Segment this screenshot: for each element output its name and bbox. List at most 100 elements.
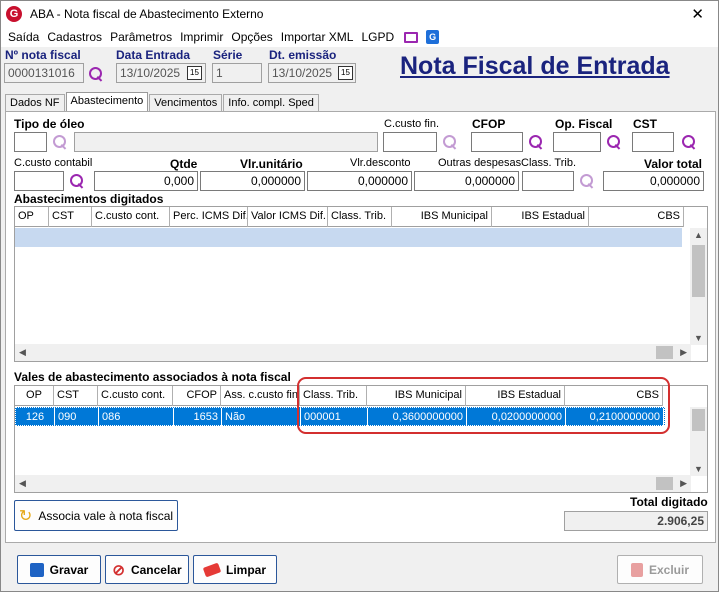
valor-total-field[interactable]: 0,000000	[603, 171, 704, 191]
cst-label: CST	[633, 117, 657, 131]
highlight-annotation	[297, 377, 670, 434]
col-class-trib[interactable]: Class. Trib.	[328, 207, 392, 227]
search-class-trib-icon[interactable]	[580, 174, 594, 188]
tab-abastecimento[interactable]: Abastecimento	[65, 92, 149, 113]
vlr-unitario-field[interactable]: 0,000000	[200, 171, 305, 191]
col-op[interactable]: OP	[15, 207, 49, 227]
vertical-scrollbar[interactable]: ▼	[690, 407, 707, 476]
monitor-icon[interactable]	[404, 31, 419, 43]
horizontal-scrollbar[interactable]: ◀ ▶	[15, 344, 691, 361]
col-cst[interactable]: CST	[54, 386, 98, 406]
search-ccusto-contabil-icon[interactable]	[70, 174, 84, 188]
nota-fiscal-field[interactable]: 0000131016	[4, 63, 84, 83]
search-cst-icon[interactable]	[682, 135, 696, 149]
ccusto-contabil-label: C.custo contabil	[14, 157, 93, 169]
col-op[interactable]: OP	[15, 386, 54, 406]
limpar-button[interactable]: Limpar	[193, 555, 277, 584]
vertical-scrollbar[interactable]: ▲ ▼	[690, 228, 707, 345]
menu-opcoes[interactable]: Opções	[231, 30, 272, 44]
data-entrada-label: Data Entrada	[116, 48, 191, 62]
menu-importar-xml[interactable]: Importar XML	[281, 30, 354, 44]
col-cbs[interactable]: CBS	[589, 207, 684, 227]
total-digitado-field: 2.906,25	[564, 511, 708, 531]
op-fiscal-field[interactable]	[553, 132, 601, 152]
abastecimentos-title: Abastecimentos digitados	[14, 192, 164, 206]
menu-saida[interactable]: Saída	[8, 30, 39, 44]
gravar-button[interactable]: Gravar	[17, 555, 101, 584]
horizontal-scrollbar[interactable]: ◀ ▶	[15, 475, 691, 492]
col-ass-ccusto-fin[interactable]: Ass. c.custo fin.	[221, 386, 300, 406]
search-tipo-oleo-icon[interactable]	[53, 135, 67, 149]
excluir-button[interactable]: Excluir	[617, 555, 703, 584]
trash-icon	[630, 562, 643, 577]
menu-imprimir[interactable]: Imprimir	[180, 30, 223, 44]
eraser-icon	[202, 562, 222, 577]
gravar-label: Gravar	[49, 562, 89, 577]
qtde-field[interactable]: 0,000	[94, 171, 198, 191]
calendar-icon[interactable]: 15	[187, 66, 202, 80]
menu-cadastros[interactable]: Cadastros	[47, 30, 102, 44]
cell-cst: 090	[55, 408, 99, 427]
app-logo-icon: G	[6, 6, 22, 22]
search-ccusto-fin-icon[interactable]	[443, 135, 457, 149]
qtde-label: Qtde	[170, 157, 198, 171]
cfop-label: CFOP	[472, 117, 506, 131]
ccusto-fin-field[interactable]	[383, 132, 437, 152]
cancel-icon: ⊘	[112, 561, 125, 579]
menu-bar: Saída Cadastros Parâmetros Imprimir Opçõ…	[1, 27, 718, 47]
search-nota-icon[interactable]	[89, 67, 103, 81]
serie-field[interactable]: 1	[212, 63, 262, 83]
cell-ccusto-cont: 086	[99, 408, 174, 427]
ccusto-contabil-field[interactable]	[14, 171, 64, 191]
main-window: G ABA - Nota fiscal de Abastecimento Ext…	[0, 0, 719, 592]
search-op-fiscal-icon[interactable]	[607, 135, 621, 149]
app-shortcut-icon[interactable]: G	[426, 30, 440, 44]
cell-cfop: 1653	[174, 408, 222, 427]
save-icon	[29, 562, 44, 577]
col-cfop[interactable]: CFOP	[173, 386, 221, 406]
search-cfop-icon[interactable]	[529, 135, 543, 149]
outras-despesas-field[interactable]: 0,000000	[414, 171, 519, 191]
vales-title: Vales de abastecimento associados à nota…	[14, 370, 291, 384]
outras-despesas-label: Outras despesas	[438, 157, 522, 169]
menu-parametros[interactable]: Parâmetros	[110, 30, 172, 44]
tipo-oleo-code-field[interactable]	[14, 132, 47, 152]
abastecimentos-header: OP CST C.custo cont. Perc. ICMS Dif. Val…	[15, 207, 684, 227]
col-ccusto-cont[interactable]: C.custo cont.	[98, 386, 173, 406]
col-perc-icms-dif[interactable]: Perc. ICMS Dif.	[170, 207, 248, 227]
ccusto-fin-label: C.custo fin.	[384, 118, 440, 130]
class-trib-field[interactable]	[522, 171, 574, 191]
col-valor-icms-dif[interactable]: Valor ICMS Dif.	[248, 207, 328, 227]
col-ibs-municipal[interactable]: IBS Municipal	[392, 207, 492, 227]
vlr-unitario-label: Vlr.unitário	[240, 157, 303, 171]
cfop-field[interactable]	[471, 132, 523, 152]
cst-field[interactable]	[632, 132, 674, 152]
col-ibs-estadual[interactable]: IBS Estadual	[492, 207, 589, 227]
dt-emissao-label: Dt. emissão	[269, 48, 337, 62]
associa-vale-button[interactable]: ↻ Associa vale à nota fiscal	[14, 500, 178, 531]
cancelar-button[interactable]: ⊘ Cancelar	[105, 555, 189, 584]
tipo-oleo-label: Tipo de óleo	[14, 117, 85, 131]
col-cst[interactable]: CST	[49, 207, 92, 227]
refresh-icon: ↻	[18, 507, 33, 525]
menu-lgpd[interactable]: LGPD	[361, 30, 394, 44]
abastecimentos-grid[interactable]: OP CST C.custo cont. Perc. ICMS Dif. Val…	[14, 206, 708, 362]
page-title: Nota Fiscal de Entrada	[400, 52, 670, 80]
op-fiscal-label: Op. Fiscal	[555, 117, 613, 131]
close-icon[interactable]: ✕	[691, 5, 704, 23]
class-trib-label: Class. Trib.	[521, 157, 577, 169]
window-title: ABA - Nota fiscal de Abastecimento Exter…	[30, 7, 264, 21]
vlr-desconto-field[interactable]: 0,000000	[307, 171, 412, 191]
valor-total-label: Valor total	[644, 157, 703, 171]
associa-vale-label: Associa vale à nota fiscal	[38, 508, 174, 523]
tab-bar: Dados NF Abastecimento Vencimentos Info.…	[5, 92, 320, 113]
cell-op: 126	[16, 408, 55, 427]
nota-fiscal-label: Nº nota fiscal	[5, 48, 81, 62]
total-digitado-label: Total digitado	[630, 495, 708, 509]
calendar-icon[interactable]: 15	[338, 66, 353, 80]
col-ccusto-cont[interactable]: C.custo cont.	[92, 207, 170, 227]
serie-label: Série	[213, 48, 243, 62]
cell-ass-ccusto-fin: Não	[222, 408, 301, 427]
vlr-desconto-label: Vlr.desconto	[350, 157, 411, 169]
table-row[interactable]	[15, 228, 682, 247]
